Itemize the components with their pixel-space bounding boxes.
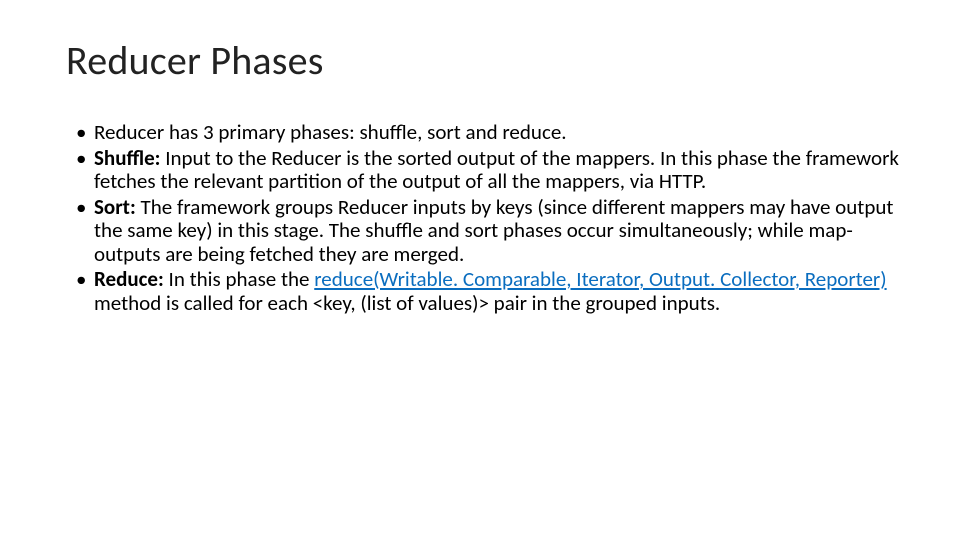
bullet-item-4: Reduce: In this phase the reduce(Writabl… [76, 268, 900, 315]
bullet-item-2: Shuffle: Input to the Reducer is the sor… [76, 147, 900, 194]
method-link[interactable]: reduce(Writable. Comparable, Iterator, O… [314, 266, 886, 292]
bullet-item-1: Reducer has 3 primary phases: shuffle, s… [76, 121, 900, 145]
bullet-text: Input to the Reducer is the sorted outpu… [94, 145, 899, 195]
bullet-text-after: method is called for each <key, (list of… [94, 290, 720, 316]
slide: Reducer Phases Reducer has 3 primary pha… [0, 0, 960, 540]
bullet-label: Reduce: [94, 266, 164, 292]
bullet-text: The framework groups Reducer inputs by k… [94, 194, 893, 267]
bullet-list: Reducer has 3 primary phases: shuffle, s… [76, 121, 900, 315]
bullet-item-3: Sort: The framework groups Reducer input… [76, 196, 900, 267]
page-title: Reducer Phases [66, 36, 900, 85]
bullet-text-before: In this phase the [164, 266, 314, 292]
bullet-label: Sort: [94, 194, 136, 220]
bullet-text: Reducer has 3 primary phases: shuffle, s… [94, 119, 567, 145]
bullet-label: Shuffle: [94, 145, 160, 171]
